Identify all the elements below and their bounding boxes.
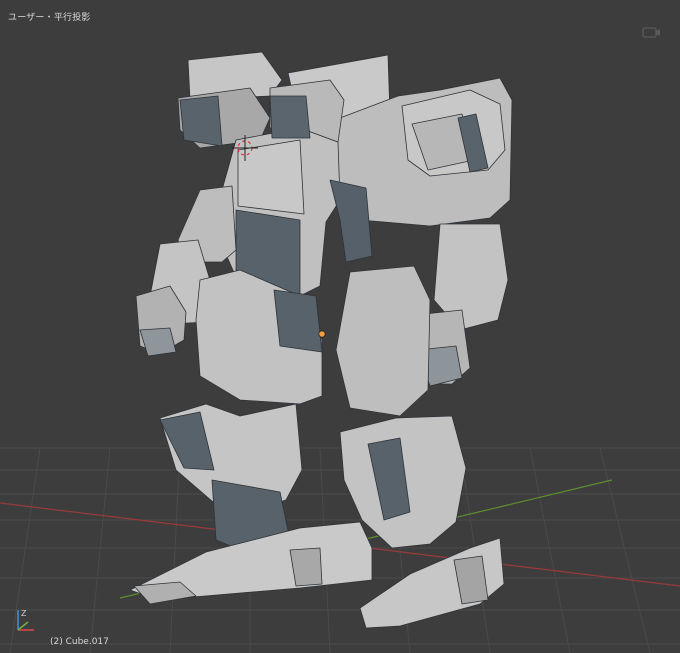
camera-lock-icon[interactable] (640, 24, 662, 40)
scene-canvas[interactable] (0, 0, 680, 653)
active-object-label: (2) Cube.017 (50, 637, 109, 647)
view-mode-label: ユーザー・平行投影 (8, 13, 91, 23)
axis-gizmo-icon: Z (17, 609, 34, 631)
robot-mesh[interactable] (129, 51, 513, 629)
svg-text:Z: Z (21, 609, 27, 618)
3d-viewport[interactable]: Z ユーザー・平行投影 (2) Cube.017 (0, 0, 680, 653)
object-origin-icon (318, 330, 326, 338)
